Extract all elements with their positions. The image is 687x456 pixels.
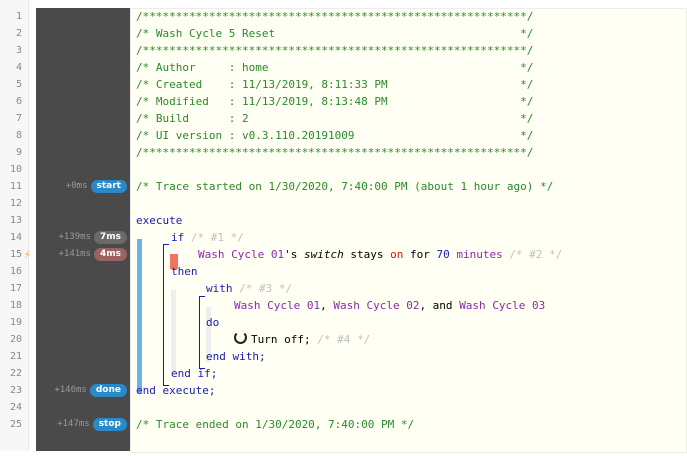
header-comment: /* Created : 11/13/2019, 8:11:33 PM */ xyxy=(136,78,534,91)
execute-keyword: execute xyxy=(136,214,183,227)
line-number: 8 xyxy=(15,130,22,141)
possessive-text: 's xyxy=(284,248,304,261)
command-text: Turn off; xyxy=(251,333,311,346)
header-comment: /***************************************… xyxy=(136,146,534,159)
duration-unit: minutes xyxy=(449,248,503,261)
value-on: on xyxy=(390,248,404,261)
line-number: 18 xyxy=(9,300,22,311)
separator-and: , and xyxy=(419,299,460,312)
with-keyword: with xyxy=(206,282,233,295)
line-number: 10 xyxy=(9,164,22,175)
trace-offset: +146ms xyxy=(54,385,87,395)
code-editor: 1 /*************************************… xyxy=(0,0,687,456)
then-keyword: then xyxy=(171,265,198,278)
line-number: 7 xyxy=(15,113,22,124)
line-number: 3 xyxy=(15,45,22,56)
header-comment: /* Wash Cycle 5 Reset */ xyxy=(136,27,534,40)
attribute-name: switch xyxy=(303,248,344,261)
line-number: 21 xyxy=(9,351,22,362)
trace-offset: +139ms xyxy=(58,232,91,242)
line-number: 12 xyxy=(9,198,22,209)
end-execute-keyword: end execute; xyxy=(136,384,216,397)
power-icon xyxy=(234,331,247,344)
separator: , xyxy=(320,299,334,312)
device-name[interactable]: Wash Cycle 03 xyxy=(459,299,545,312)
operator-text: stays xyxy=(343,248,391,261)
trace-offset: +141ms xyxy=(58,249,91,259)
statement-id-comment: /* #3 */ xyxy=(239,282,293,295)
trace-badge-duration[interactable]: 4ms xyxy=(94,248,127,261)
trace-offset: +147ms xyxy=(57,419,90,429)
trace-timestamp: +139ms 7ms xyxy=(58,229,127,246)
end-with-keyword: end with; xyxy=(206,350,266,363)
trace-badge-duration[interactable]: 7ms xyxy=(94,231,127,244)
header-comment: /* UI version : v0.3.110.20191009 */ xyxy=(136,129,534,142)
device-name[interactable]: Wash Cycle 01 xyxy=(234,299,320,312)
do-keyword: do xyxy=(206,316,220,329)
header-comment: /***************************************… xyxy=(136,10,534,23)
header-comment: /* Build : 2 */ xyxy=(136,112,534,125)
header-comment: /* Modified : 11/13/2019, 8:13:48 PM */ xyxy=(136,95,534,108)
trace-offset: +0ms xyxy=(65,181,88,191)
trace-badge-start[interactable]: start xyxy=(90,180,127,193)
line-number: 23 xyxy=(9,385,22,396)
line-number: 11 xyxy=(9,181,22,192)
trace-timestamp: +141ms 4ms xyxy=(58,246,127,263)
statement-id-comment: /* #2 */ xyxy=(509,248,563,261)
line-number: 19 xyxy=(9,317,22,328)
line-number: 6 xyxy=(15,96,22,107)
line-number: 5 xyxy=(15,79,22,90)
for-text: for xyxy=(403,248,437,261)
trace-timestamp: +0ms start xyxy=(66,178,127,195)
line-number: 22 xyxy=(9,368,22,379)
line-number: 1 xyxy=(15,11,22,22)
trace-badge-done[interactable]: done xyxy=(89,384,127,397)
header-comment: /***************************************… xyxy=(136,44,534,57)
line-number: 16 xyxy=(9,266,22,277)
header-comment: /* Author : home */ xyxy=(136,61,534,74)
trace-badge-stop[interactable]: stop xyxy=(92,418,127,431)
device-name[interactable]: Wash Cycle 01 xyxy=(198,248,284,261)
statement-id-comment: /* #1 */ xyxy=(190,231,244,244)
trace-timestamp: +146ms done xyxy=(54,382,127,399)
line-number: 20 xyxy=(9,334,22,345)
line-number: 4 xyxy=(15,62,22,73)
line-number: 17 xyxy=(9,283,22,294)
line-number: 14 xyxy=(9,232,22,243)
line-number: 2 xyxy=(15,28,22,39)
line-number: 25 xyxy=(9,419,22,430)
if-keyword: if xyxy=(171,231,185,244)
line-number: 24 xyxy=(9,402,22,413)
trace-timestamp: +147ms stop xyxy=(57,416,127,433)
end-if-keyword: end if; xyxy=(171,367,218,380)
line-number: 13 xyxy=(9,215,22,226)
line-number: 9 xyxy=(15,147,22,158)
duration-value: 70 xyxy=(436,248,450,261)
trace-start-comment: /* Trace started on 1/30/2020, 7:40:00 P… xyxy=(136,180,554,193)
trace-end-comment: /* Trace ended on 1/30/2020, 7:40:00 PM … xyxy=(136,418,415,431)
statement-id-comment: /* #4 */ xyxy=(317,333,371,346)
device-name[interactable]: Wash Cycle 02 xyxy=(333,299,419,312)
line-number: 15 xyxy=(9,249,22,260)
lightning-bolt-icon: ⚡ xyxy=(24,248,31,261)
